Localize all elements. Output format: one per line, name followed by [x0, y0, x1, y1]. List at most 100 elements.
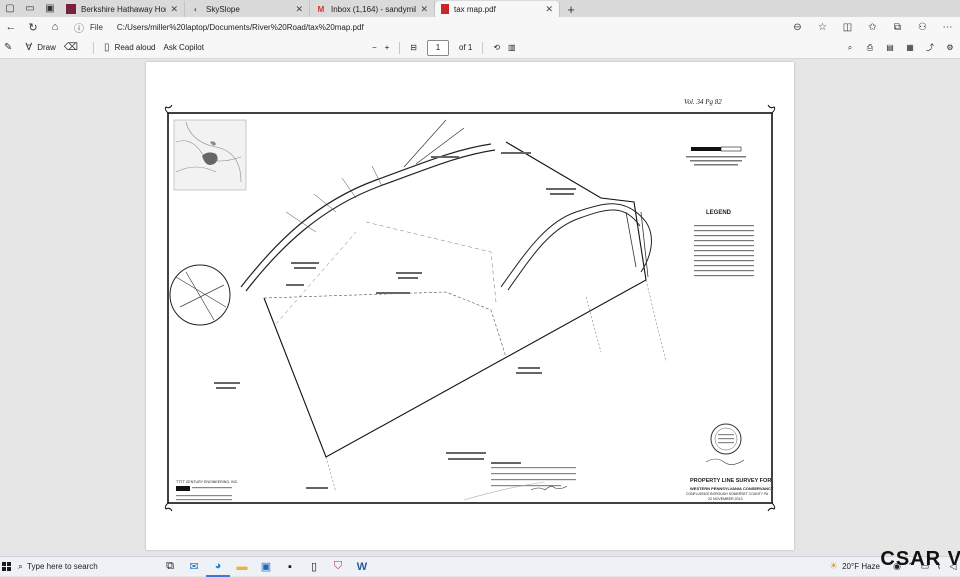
page-number-input[interactable]: 1 [427, 39, 449, 56]
tab-title: tax map.pdf [454, 4, 496, 14]
divider [482, 41, 484, 54]
tab-title: SkySlope [206, 4, 240, 14]
search-icon: ⌕ [847, 42, 853, 52]
search-button[interactable]: ⌕ [840, 37, 860, 59]
store-icon[interactable]: ▣ [254, 557, 278, 577]
gear-icon: ⚙ [946, 43, 954, 52]
tab-strip: ▢ ▭ ▣ Berkshire Hathaway HomeServic ✕ ◐ … [0, 0, 960, 17]
save-icon: ▤ [886, 43, 894, 52]
save-button[interactable]: ▤ [880, 37, 900, 59]
edge-icon[interactable]: ◕ [206, 557, 230, 577]
weather-widget[interactable]: ☀ 20°F Haze [829, 561, 880, 572]
collections-icon[interactable]: ⧉ [885, 17, 910, 37]
workspaces-icon[interactable]: ▢ [0, 0, 20, 17]
task-view-icon[interactable]: ⧉ [158, 557, 182, 577]
pdf-icon [441, 4, 449, 14]
tab-berkshire[interactable]: Berkshire Hathaway HomeServic ✕ [60, 1, 185, 17]
search-icon: ⌕ [18, 561, 24, 571]
app-icon[interactable]: ▪ [278, 557, 302, 577]
read-aloud-label: Read aloud [114, 43, 156, 52]
survey-date: 22 NOVEMBER 2013 [708, 497, 743, 501]
highlight-icon: ✎ [4, 42, 13, 53]
refresh-button[interactable]: ↻ [22, 17, 44, 37]
pdf-viewer[interactable]: Vol. 34 Pg 82 LEGEND PROPERTY LINE SURVE… [0, 59, 960, 556]
info-icon[interactable]: ⓘ [74, 20, 84, 35]
file-explorer-icon[interactable]: ▬ [230, 557, 254, 577]
survey-location: CONFLUENCE BOROUGH SOMERSET COUNTY PA [686, 492, 769, 496]
tab-tax-map[interactable]: tax map.pdf ✕ [435, 1, 560, 17]
close-icon[interactable]: ✕ [545, 4, 553, 15]
extensions-icon[interactable]: ⚇ [910, 17, 935, 37]
word-icon[interactable]: W [350, 557, 374, 577]
back-button[interactable]: ← [0, 17, 22, 37]
start-button[interactable] [2, 561, 12, 572]
url-scheme: File [90, 22, 103, 32]
draw-label: Draw [37, 43, 56, 52]
survey-subtitle: WESTERN PENNSYLVANIA CONSERVANCY [690, 486, 774, 491]
highlight-button[interactable]: ✎ [0, 37, 21, 59]
erase-button[interactable]: ⌫ [60, 37, 87, 59]
url-text: C:/Users/miller%20laptop/Documents/River… [116, 22, 364, 32]
watermark-text: CSAR V [880, 548, 960, 570]
tab-gmail[interactable]: M Inbox (1,164) - sandymiller@tpr ✕ [310, 1, 435, 17]
gmail-icon: M [317, 4, 325, 14]
minus-icon: − [371, 43, 377, 52]
zoom-icon[interactable]: ⊖ [785, 17, 810, 37]
rotate-icon: ⟲ [493, 43, 501, 52]
split-screen-icon[interactable]: ◫ [835, 17, 860, 37]
share-icon: ⤴ [926, 43, 934, 52]
engineer-name: TTTT CENTURY ENGINEERING, INC. [176, 480, 239, 484]
zoom-out-button[interactable]: − [368, 37, 381, 59]
eraser-icon: ⌫ [63, 42, 79, 53]
zoom-in-button[interactable]: + [381, 37, 394, 59]
settings-button[interactable]: ⚙ [940, 37, 960, 59]
url-field[interactable]: ⓘ File C:/Users/miller%20laptop/Document… [74, 17, 785, 37]
more-menu-icon[interactable]: ⋯ [935, 17, 960, 37]
skyslope-icon: ◐ [193, 4, 199, 14]
volume-note: Vol. 34 Pg 82 [684, 98, 722, 106]
new-tab-button[interactable]: + [560, 1, 582, 17]
divider [399, 41, 401, 54]
close-icon[interactable]: ✕ [295, 4, 303, 15]
draw-button[interactable]: ∀ Draw [21, 37, 60, 59]
plus-icon: + [384, 43, 390, 52]
taskbar-search[interactable]: ⌕ Type here to search [14, 557, 154, 577]
ask-copilot-label: Ask Copilot [163, 43, 204, 52]
read-aloud-button[interactable]: ▯ Read aloud [100, 37, 159, 59]
vertical-tabs-icon[interactable]: ▣ [40, 0, 60, 17]
survey-title: PROPERTY LINE SURVEY FOR [690, 478, 772, 484]
save-as-button[interactable]: ▦ [900, 37, 920, 59]
tab-actions-icon[interactable]: ▭ [20, 0, 40, 17]
favorite-star-icon[interactable]: ☆ [810, 17, 835, 37]
tab-skyslope[interactable]: ◐ SkySlope ✕ [185, 1, 310, 17]
blank-icon[interactable]: ▯ [302, 557, 326, 577]
divider [93, 41, 95, 54]
page-total: of 1 [459, 43, 473, 52]
ask-copilot-button[interactable]: Ask Copilot [159, 37, 207, 59]
fit-page-button[interactable]: ⊟ [406, 37, 421, 59]
save-as-icon: ▦ [906, 43, 914, 52]
print-icon: ⎙ [866, 42, 874, 52]
weather-text: 20°F Haze [842, 562, 880, 571]
favorites-icon[interactable]: ✩ [860, 17, 885, 37]
pdf-page: Vol. 34 Pg 82 LEGEND PROPERTY LINE SURVE… [146, 62, 794, 550]
draw-icon: ∀ [25, 42, 33, 53]
read-aloud-icon: ▯ [104, 42, 110, 53]
print-button[interactable]: ⎙ [860, 37, 880, 59]
tab-title: Berkshire Hathaway HomeServic [81, 4, 166, 14]
close-icon[interactable]: ✕ [170, 4, 178, 15]
page-view-button[interactable]: ▥ [504, 37, 520, 59]
taskbar: ⌕ Type here to search ⧉ ✉ ◕ ▬ ▣ ▪ ▯ ⛉ W … [0, 556, 960, 577]
shield-icon[interactable]: ⛉ [326, 557, 350, 577]
home-button[interactable]: ⌂ [44, 17, 66, 37]
rotate-button[interactable]: ⟲ [489, 37, 504, 59]
tab-title: Inbox (1,164) - sandymiller@tpr [331, 4, 416, 14]
mail-icon[interactable]: ✉ [182, 557, 206, 577]
close-icon[interactable]: ✕ [420, 4, 428, 15]
search-placeholder: Type here to search [27, 562, 98, 571]
tax-map-drawing [164, 104, 776, 512]
page-view-icon: ▥ [508, 43, 516, 52]
fit-page-icon: ⊟ [410, 43, 417, 52]
share-button[interactable]: ⤴ [920, 37, 940, 59]
page-icon [66, 4, 76, 14]
